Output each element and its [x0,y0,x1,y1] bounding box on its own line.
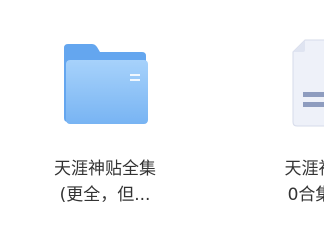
document-icon [291,38,324,128]
folder-item[interactable]: 天涯神贴全集 (更全，但... [35,0,175,243]
document-item[interactable]: 天涯神 0合集 [240,0,324,243]
document-name-line-1: 天涯神 [284,159,324,179]
folder-icon [60,40,150,128]
folder-name: 天涯神贴全集 (更全，但... [35,156,175,208]
document-name-line-2: 0合集 [287,185,324,205]
folder-name-line-1: 天涯神贴全集 [54,159,156,179]
file-grid: 天涯神贴全集 (更全，但... 天涯神 0合集 [0,0,324,243]
folder-name-line-2: (更全，但... [59,185,151,205]
document-name: 天涯神 0合集 [240,156,324,208]
